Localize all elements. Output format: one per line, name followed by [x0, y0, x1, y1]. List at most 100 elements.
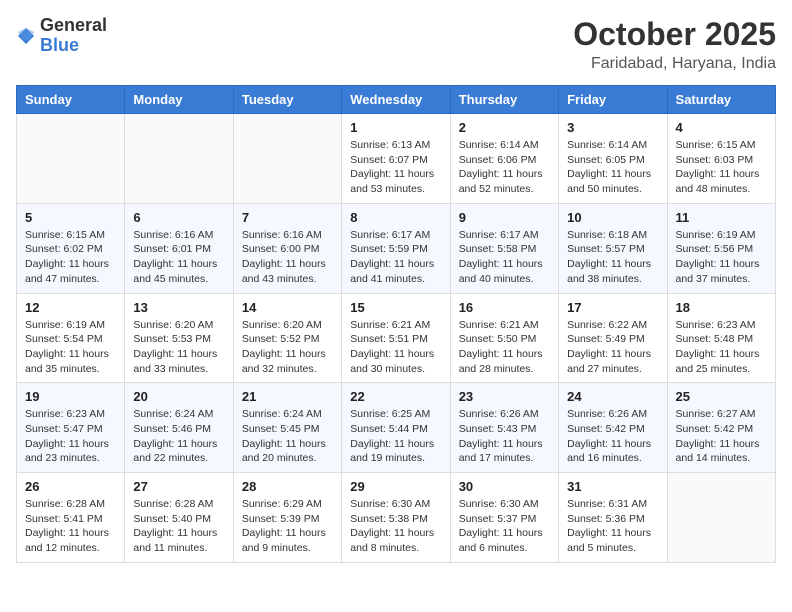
day-number: 25: [676, 389, 767, 404]
weekday-header-sunday: Sunday: [17, 86, 125, 114]
logo-blue: Blue: [40, 35, 79, 55]
day-info: Sunrise: 6:13 AM Sunset: 6:07 PM Dayligh…: [350, 138, 441, 197]
logo-icon: [16, 26, 36, 46]
day-number: 7: [242, 210, 333, 225]
day-number: 11: [676, 210, 767, 225]
day-info: Sunrise: 6:28 AM Sunset: 5:40 PM Dayligh…: [133, 497, 224, 556]
day-info: Sunrise: 6:26 AM Sunset: 5:42 PM Dayligh…: [567, 407, 658, 466]
day-number: 27: [133, 479, 224, 494]
day-cell: 11 Sunrise: 6:19 AM Sunset: 5:56 PM Dayli…: [667, 203, 775, 293]
day-number: 24: [567, 389, 658, 404]
day-number: 10: [567, 210, 658, 225]
day-info: Sunrise: 6:22 AM Sunset: 5:49 PM Dayligh…: [567, 318, 658, 377]
day-info: Sunrise: 6:14 AM Sunset: 6:05 PM Dayligh…: [567, 138, 658, 197]
day-cell: 29Sunrise: 6:30 AM Sunset: 5:38 PM Dayli…: [342, 473, 450, 563]
day-number: 22: [350, 389, 441, 404]
week-row-3: 12 Sunrise: 6:19 AM Sunset: 5:54 PM Dayli…: [17, 293, 776, 383]
weekday-header-friday: Friday: [559, 86, 667, 114]
day-number: 16: [459, 300, 550, 315]
day-number: 19: [25, 389, 116, 404]
day-info: Sunrise: 6:19 AM Sunset: 5:56 PM Dayligh…: [676, 228, 767, 287]
day-cell: 10Sunrise: 6:18 AM Sunset: 5:57 PM Dayli…: [559, 203, 667, 293]
day-cell: 13 Sunrise: 6:20 AM Sunset: 5:53 PM Dayli…: [125, 293, 233, 383]
day-cell: 17 Sunrise: 6:22 AM Sunset: 5:49 PM Dayli…: [559, 293, 667, 383]
day-cell: [667, 473, 775, 563]
day-number: 31: [567, 479, 658, 494]
calendar: SundayMondayTuesdayWednesdayThursdayFrid…: [16, 85, 776, 563]
day-cell: 2 Sunrise: 6:14 AM Sunset: 6:06 PM Daylig…: [450, 114, 558, 204]
location-title: Faridabad, Haryana, India: [573, 55, 776, 73]
day-cell: 25 Sunrise: 6:27 AM Sunset: 5:42 PM Dayli…: [667, 383, 775, 473]
week-row-4: 19Sunrise: 6:23 AM Sunset: 5:47 PM Dayli…: [17, 383, 776, 473]
logo-text: General Blue: [40, 16, 107, 56]
day-info: Sunrise: 6:19 AM Sunset: 5:54 PM Dayligh…: [25, 318, 116, 377]
day-number: 23: [459, 389, 550, 404]
day-number: 18: [676, 300, 767, 315]
day-cell: 6 Sunrise: 6:16 AM Sunset: 6:01 PM Daylig…: [125, 203, 233, 293]
day-info: Sunrise: 6:20 AM Sunset: 5:52 PM Dayligh…: [242, 318, 333, 377]
day-number: 26: [25, 479, 116, 494]
day-cell: 27 Sunrise: 6:28 AM Sunset: 5:40 PM Dayli…: [125, 473, 233, 563]
day-info: Sunrise: 6:27 AM Sunset: 5:42 PM Dayligh…: [676, 407, 767, 466]
day-info: Sunrise: 6:17 AM Sunset: 5:59 PM Dayligh…: [350, 228, 441, 287]
day-info: Sunrise: 6:24 AM Sunset: 5:46 PM Dayligh…: [133, 407, 224, 466]
day-cell: 31Sunrise: 6:31 AM Sunset: 5:36 PM Dayli…: [559, 473, 667, 563]
day-cell: 1 Sunrise: 6:13 AM Sunset: 6:07 PM Daylig…: [342, 114, 450, 204]
day-number: 12: [25, 300, 116, 315]
day-info: Sunrise: 6:15 AM Sunset: 6:02 PM Dayligh…: [25, 228, 116, 287]
month-title: October 2025: [573, 16, 776, 53]
day-info: Sunrise: 6:20 AM Sunset: 5:53 PM Dayligh…: [133, 318, 224, 377]
day-number: 5: [25, 210, 116, 225]
week-row-1: 1 Sunrise: 6:13 AM Sunset: 6:07 PM Daylig…: [17, 114, 776, 204]
day-info: Sunrise: 6:29 AM Sunset: 5:39 PM Dayligh…: [242, 497, 333, 556]
day-info: Sunrise: 6:14 AM Sunset: 6:06 PM Dayligh…: [459, 138, 550, 197]
day-info: Sunrise: 6:16 AM Sunset: 6:00 PM Dayligh…: [242, 228, 333, 287]
weekday-header-monday: Monday: [125, 86, 233, 114]
day-number: 6: [133, 210, 224, 225]
day-info: Sunrise: 6:28 AM Sunset: 5:41 PM Dayligh…: [25, 497, 116, 556]
day-number: 21: [242, 389, 333, 404]
day-info: Sunrise: 6:23 AM Sunset: 5:48 PM Dayligh…: [676, 318, 767, 377]
day-number: 9: [459, 210, 550, 225]
title-area: October 2025 Faridabad, Haryana, India: [573, 16, 776, 73]
day-cell: 14 Sunrise: 6:20 AM Sunset: 5:52 PM Dayli…: [233, 293, 341, 383]
day-number: 14: [242, 300, 333, 315]
day-number: 3: [567, 120, 658, 135]
day-number: 30: [459, 479, 550, 494]
weekday-header-wednesday: Wednesday: [342, 86, 450, 114]
day-number: 17: [567, 300, 658, 315]
day-cell: 24 Sunrise: 6:26 AM Sunset: 5:42 PM Dayli…: [559, 383, 667, 473]
day-number: 29: [350, 479, 441, 494]
day-number: 4: [676, 120, 767, 135]
day-number: 28: [242, 479, 333, 494]
day-cell: 28 Sunrise: 6:29 AM Sunset: 5:39 PM Dayli…: [233, 473, 341, 563]
day-cell: [125, 114, 233, 204]
day-cell: [17, 114, 125, 204]
logo: General Blue: [16, 16, 107, 56]
day-info: Sunrise: 6:25 AM Sunset: 5:44 PM Dayligh…: [350, 407, 441, 466]
day-info: Sunrise: 6:26 AM Sunset: 5:43 PM Dayligh…: [459, 407, 550, 466]
day-info: Sunrise: 6:16 AM Sunset: 6:01 PM Dayligh…: [133, 228, 224, 287]
day-cell: 15Sunrise: 6:21 AM Sunset: 5:51 PM Dayli…: [342, 293, 450, 383]
day-cell: [233, 114, 341, 204]
day-info: Sunrise: 6:24 AM Sunset: 5:45 PM Dayligh…: [242, 407, 333, 466]
day-number: 13: [133, 300, 224, 315]
day-cell: 21 Sunrise: 6:24 AM Sunset: 5:45 PM Dayli…: [233, 383, 341, 473]
day-cell: 16 Sunrise: 6:21 AM Sunset: 5:50 PM Dayli…: [450, 293, 558, 383]
logo-general: General: [40, 15, 107, 35]
day-number: 15: [350, 300, 441, 315]
day-number: 2: [459, 120, 550, 135]
weekday-header-tuesday: Tuesday: [233, 86, 341, 114]
day-cell: 4Sunrise: 6:15 AM Sunset: 6:03 PM Daylig…: [667, 114, 775, 204]
day-cell: 26 Sunrise: 6:28 AM Sunset: 5:41 PM Dayli…: [17, 473, 125, 563]
week-row-2: 5 Sunrise: 6:15 AM Sunset: 6:02 PM Daylig…: [17, 203, 776, 293]
day-info: Sunrise: 6:30 AM Sunset: 5:37 PM Dayligh…: [459, 497, 550, 556]
day-number: 1: [350, 120, 441, 135]
day-cell: 7 Sunrise: 6:16 AM Sunset: 6:00 PM Daylig…: [233, 203, 341, 293]
header: General Blue October 2025 Faridabad, Har…: [16, 16, 776, 73]
day-number: 20: [133, 389, 224, 404]
day-info: Sunrise: 6:21 AM Sunset: 5:50 PM Dayligh…: [459, 318, 550, 377]
day-cell: 9Sunrise: 6:17 AM Sunset: 5:58 PM Daylig…: [450, 203, 558, 293]
day-cell: 3 Sunrise: 6:14 AM Sunset: 6:05 PM Daylig…: [559, 114, 667, 204]
day-cell: 20 Sunrise: 6:24 AM Sunset: 5:46 PM Dayli…: [125, 383, 233, 473]
